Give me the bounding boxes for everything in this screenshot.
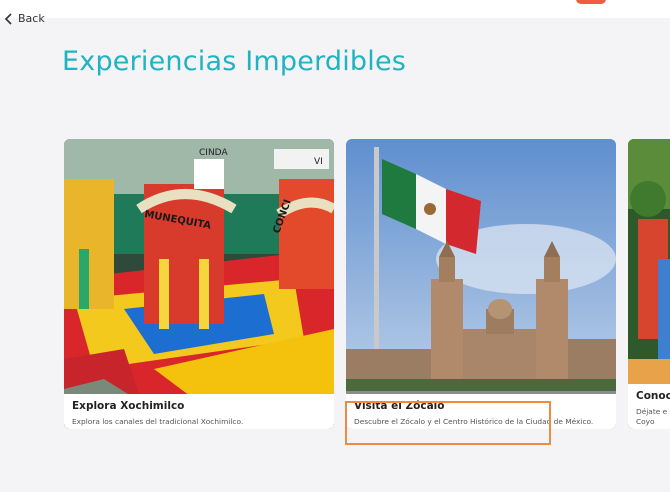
experience-card-zocalo[interactable]: Visita el Zócalo Descubre el Zócalo y el… <box>346 139 616 429</box>
experience-card-coyoacan[interactable]: Conoc Déjate e de Coyo <box>628 139 670 429</box>
card-title: Explora Xochimilco <box>72 400 185 412</box>
experience-card-xochimilco[interactable]: CINDA MUNEQUITA CONCI VI Explora Xochimi… <box>64 139 334 429</box>
svg-text:VI: VI <box>314 157 323 167</box>
card-title: Conoc <box>636 390 670 402</box>
page-title: Experiencias Imperdibles <box>62 46 407 77</box>
top-bar <box>0 0 670 18</box>
card-description: Explora los canales del tradicional Xoch… <box>72 417 244 426</box>
card-label: Explora Xochimilco Explora los canales d… <box>64 394 334 429</box>
card-label: Conoc Déjate e de Coyo <box>628 384 670 429</box>
xochimilco-image: CINDA MUNEQUITA CONCI VI <box>64 139 334 429</box>
status-indicator <box>576 0 606 4</box>
chevron-left-icon <box>4 12 12 25</box>
back-button[interactable]: Back <box>4 12 45 25</box>
back-label: Back <box>18 12 45 25</box>
selection-highlight <box>345 401 551 445</box>
zocalo-image <box>346 139 616 429</box>
svg-text:CINDA: CINDA <box>199 148 228 158</box>
card-description: Déjate e de Coyo <box>636 407 670 426</box>
